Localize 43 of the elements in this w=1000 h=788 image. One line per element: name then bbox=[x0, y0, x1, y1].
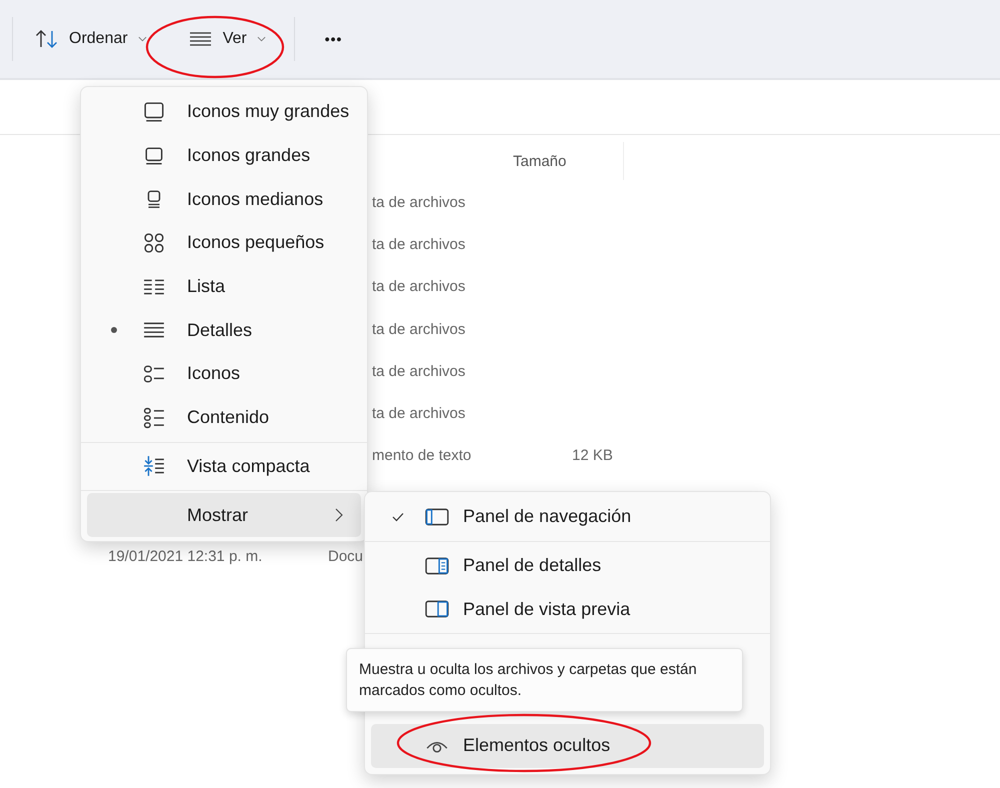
type-cell: ta de archivos bbox=[372, 236, 466, 253]
menu-item[interactable]: Vista compacta bbox=[87, 444, 361, 488]
menu-item[interactable]: Contenido bbox=[87, 396, 361, 440]
chevron-down-icon bbox=[138, 36, 147, 42]
grid-icon bbox=[143, 232, 165, 254]
sort-button[interactable]: Ordenar bbox=[27, 19, 155, 59]
menu-item[interactable]: Iconos grandes bbox=[87, 134, 361, 178]
type-cell: ta de archivos bbox=[372, 405, 466, 422]
sort-icon bbox=[35, 29, 59, 49]
chevron-right-icon bbox=[335, 508, 343, 522]
type-cell: mento de texto bbox=[372, 447, 472, 464]
compact-icon bbox=[143, 455, 165, 478]
type-cell: ta de archivos bbox=[372, 362, 466, 380]
type-cell: ta de archivos bbox=[372, 194, 466, 211]
radio-bullet bbox=[111, 327, 117, 334]
type-cell: Docu bbox=[328, 548, 364, 565]
menu-item[interactable]: Panel de navegación bbox=[371, 495, 764, 539]
submenu-item[interactable]: Mostrar bbox=[87, 493, 361, 537]
preview-panel-icon bbox=[425, 599, 449, 620]
tiles-icon bbox=[143, 362, 165, 385]
menu-item[interactable]: Panel de detalles bbox=[371, 544, 764, 588]
tooltip: Muestra u oculta los archivos y carpetas que están marcados como ocultos. bbox=[346, 648, 743, 712]
menu-item[interactable]: Iconos pequeños bbox=[87, 221, 361, 265]
details-panel-icon bbox=[425, 556, 449, 576]
content-icon bbox=[143, 406, 165, 429]
size-cell: 12 KB bbox=[572, 447, 613, 464]
menu-item[interactable]: Panel de vista previa bbox=[371, 587, 764, 632]
type-cell: ta de archivos bbox=[372, 278, 466, 296]
chevron-down-icon bbox=[256, 36, 266, 42]
monitor-icon bbox=[143, 100, 165, 123]
menu-item[interactable]: Iconos medianos bbox=[87, 177, 361, 222]
more-button[interactable]: ••• bbox=[316, 19, 350, 59]
column-header[interactable]: Tamaño bbox=[513, 152, 623, 170]
sidebar-panel-icon bbox=[425, 506, 449, 527]
menu-item[interactable]: Iconos muy grandes bbox=[87, 90, 361, 134]
menu-item[interactable]: Iconos bbox=[87, 352, 361, 396]
menu-item[interactable]: Lista bbox=[87, 264, 361, 308]
type-cell: ta de archivos bbox=[372, 320, 466, 338]
menu-item[interactable]: Elementos ocultos bbox=[371, 724, 764, 768]
date-cell: 19/01/2021 12:31 p. m. bbox=[108, 548, 262, 565]
menu-item[interactable]: Detalles bbox=[87, 308, 361, 352]
check-icon bbox=[392, 512, 404, 522]
monitor-icon bbox=[143, 144, 165, 167]
